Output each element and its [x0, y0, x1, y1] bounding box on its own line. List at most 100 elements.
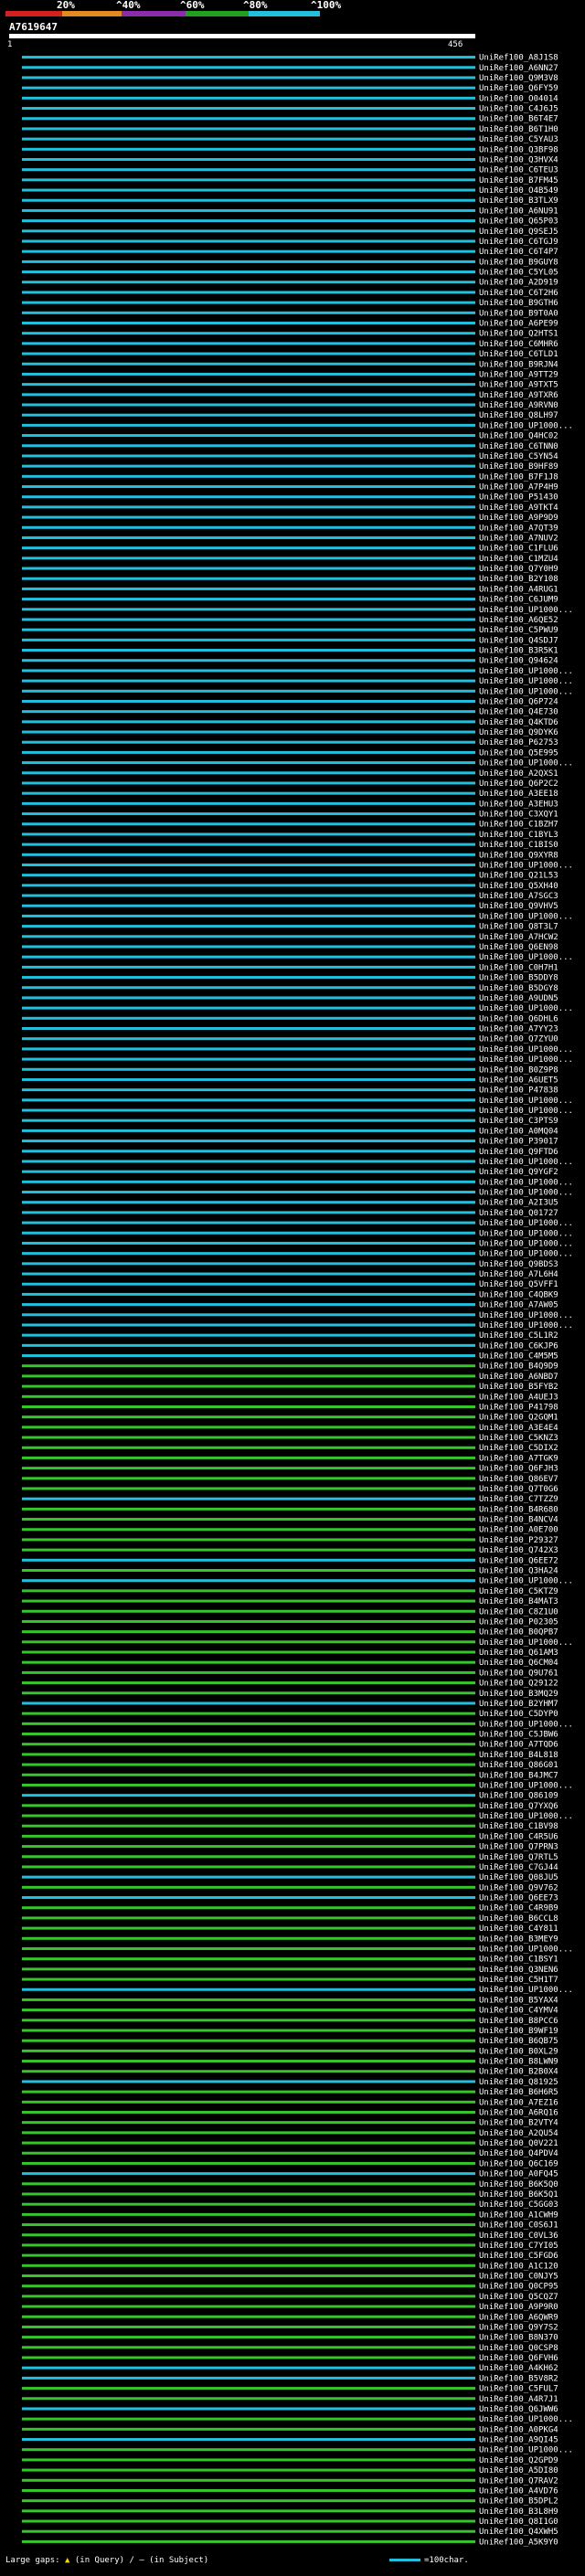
hit-bar[interactable]: [22, 1150, 475, 1153]
hit-bar[interactable]: [22, 1507, 475, 1511]
hit-bar[interactable]: [22, 976, 475, 980]
hit-label[interactable]: UniRef100_Q8I1G0: [479, 2518, 558, 2527]
hit-label[interactable]: UniRef100_UP1000...: [479, 1219, 573, 1228]
hit-bar[interactable]: [22, 2182, 475, 2186]
hit-label[interactable]: UniRef100_Q9SEJ5: [479, 228, 558, 237]
hit-label[interactable]: UniRef100_A4UEJ3: [479, 1393, 558, 1402]
hit-label[interactable]: UniRef100_B9T0A0: [479, 309, 558, 318]
hit-bar[interactable]: [22, 2458, 475, 2462]
hit-bar[interactable]: [22, 2080, 475, 2083]
hit-bar[interactable]: [22, 822, 475, 826]
hit-bar[interactable]: [22, 2009, 475, 2012]
hit-bar[interactable]: [22, 1701, 475, 1705]
hit-bar[interactable]: [22, 1241, 475, 1245]
hit-label[interactable]: UniRef100_A1C120: [479, 2262, 558, 2271]
hit-label[interactable]: UniRef100_P41798: [479, 1403, 558, 1412]
hit-bar[interactable]: [22, 1998, 475, 2001]
hit-bar[interactable]: [22, 1977, 475, 1981]
hit-bar[interactable]: [22, 1763, 475, 1766]
hit-label[interactable]: UniRef100_Q7PRN3: [479, 1843, 558, 1852]
hit-label[interactable]: UniRef100_A2QXS1: [479, 769, 558, 779]
hit-bar[interactable]: [22, 270, 475, 274]
hit-label[interactable]: UniRef100_A6QE52: [479, 616, 558, 625]
hit-bar[interactable]: [22, 495, 475, 499]
hit-label[interactable]: UniRef100_C4J6J5: [479, 105, 558, 114]
hit-label[interactable]: UniRef100_B4R680: [479, 1505, 558, 1514]
hit-label[interactable]: UniRef100_C4R9B9: [479, 1904, 558, 1913]
hit-bar[interactable]: [22, 1834, 475, 1838]
hit-bar[interactable]: [22, 750, 475, 754]
hit-bar[interactable]: [22, 1292, 475, 1296]
hit-label[interactable]: UniRef100_A7P4H9: [479, 483, 558, 493]
hit-label[interactable]: UniRef100_A9TXT5: [479, 381, 558, 390]
hit-bar[interactable]: [22, 127, 475, 131]
hit-bar[interactable]: [22, 137, 475, 141]
hit-label[interactable]: UniRef100_UP1000...: [479, 667, 573, 676]
hit-label[interactable]: UniRef100_Q6FJH3: [479, 1465, 558, 1474]
hit-bar[interactable]: [22, 1118, 475, 1122]
hit-label[interactable]: UniRef100_UP1000...: [479, 1178, 573, 1187]
hit-label[interactable]: UniRef100_B3MQ29: [479, 1690, 558, 1699]
hit-bar[interactable]: [22, 311, 475, 314]
hit-bar[interactable]: [22, 260, 475, 263]
hit-label[interactable]: UniRef100_A7L6H4: [479, 1270, 558, 1279]
hit-bar[interactable]: [22, 1027, 475, 1031]
hit-bar[interactable]: [22, 2509, 475, 2513]
hit-bar[interactable]: [22, 996, 475, 1000]
hit-label[interactable]: UniRef100_C1MZU4: [479, 555, 558, 564]
hit-label[interactable]: UniRef100_C5KTZ9: [479, 1587, 558, 1596]
hit-bar[interactable]: [22, 2253, 475, 2257]
hit-bar[interactable]: [22, 96, 475, 100]
hit-label[interactable]: UniRef100_C7GJ44: [479, 1863, 558, 1872]
hit-label[interactable]: UniRef100_B9GUY8: [479, 258, 558, 267]
hit-bar[interactable]: [22, 1773, 475, 1776]
hit-bar[interactable]: [22, 1579, 475, 1583]
hit-bar[interactable]: [22, 1129, 475, 1132]
hit-bar[interactable]: [22, 2049, 475, 2052]
hit-bar[interactable]: [22, 2233, 475, 2237]
hit-label[interactable]: UniRef100_A4KH62: [479, 2364, 558, 2373]
hit-label[interactable]: UniRef100_Q9BDS3: [479, 1260, 558, 1269]
hit-label[interactable]: UniRef100_Q7YXQ6: [479, 1802, 558, 1811]
hit-bar[interactable]: [22, 2121, 475, 2125]
hit-label[interactable]: UniRef100_A0MQ04: [479, 1127, 558, 1136]
hit-bar[interactable]: [22, 86, 475, 90]
hit-bar[interactable]: [22, 168, 475, 172]
hit-bar[interactable]: [22, 1906, 475, 1910]
hit-bar[interactable]: [22, 925, 475, 928]
hit-bar[interactable]: [22, 2202, 475, 2206]
hit-bar[interactable]: [22, 321, 475, 324]
hit-label[interactable]: UniRef100_B8PCC6: [479, 2017, 558, 2026]
hit-label[interactable]: UniRef100_UP1000...: [479, 1321, 573, 1330]
hit-label[interactable]: UniRef100_UP1000...: [479, 1781, 573, 1790]
hit-label[interactable]: UniRef100_A5K9Y0: [479, 2538, 558, 2547]
hit-bar[interactable]: [22, 147, 475, 151]
hit-bar[interactable]: [22, 1067, 475, 1071]
hit-bar[interactable]: [22, 2315, 475, 2318]
hit-label[interactable]: UniRef100_Q9DYK6: [479, 728, 558, 737]
hit-label[interactable]: UniRef100_B9GTH6: [479, 299, 558, 308]
hit-bar[interactable]: [22, 1364, 475, 1368]
hit-bar[interactable]: [22, 1558, 475, 1562]
hit-bar[interactable]: [22, 1630, 475, 1634]
hit-label[interactable]: UniRef100_A0E700: [479, 1526, 558, 1535]
hit-bar[interactable]: [22, 1650, 475, 1654]
hit-label[interactable]: UniRef100_B9RJN4: [479, 360, 558, 369]
hit-label[interactable]: UniRef100_Q742X3: [479, 1546, 558, 1555]
hit-label[interactable]: UniRef100_B5V8R2: [479, 2374, 558, 2383]
hit-bar[interactable]: [22, 1640, 475, 1644]
hit-label[interactable]: UniRef100_UP1000...: [479, 1158, 573, 1167]
hit-label[interactable]: UniRef100_C4R5U6: [479, 1832, 558, 1841]
hit-label[interactable]: UniRef100_Q7ZYU0: [479, 1035, 558, 1044]
hit-bar[interactable]: [22, 1394, 475, 1398]
hit-label[interactable]: UniRef100_Q5XH40: [479, 882, 558, 891]
hit-label[interactable]: UniRef100_C0NJY5: [479, 2273, 558, 2282]
hit-bar[interactable]: [22, 1896, 475, 1900]
hit-bar[interactable]: [22, 669, 475, 673]
hit-label[interactable]: UniRef100_Q3HA24: [479, 1566, 558, 1575]
hit-bar[interactable]: [22, 198, 475, 202]
hit-bar[interactable]: [22, 1497, 475, 1500]
hit-label[interactable]: UniRef100_B5DDY8: [479, 974, 558, 983]
hit-label[interactable]: UniRef100_UP1000...: [479, 1311, 573, 1320]
hit-bar[interactable]: [22, 2029, 475, 2032]
